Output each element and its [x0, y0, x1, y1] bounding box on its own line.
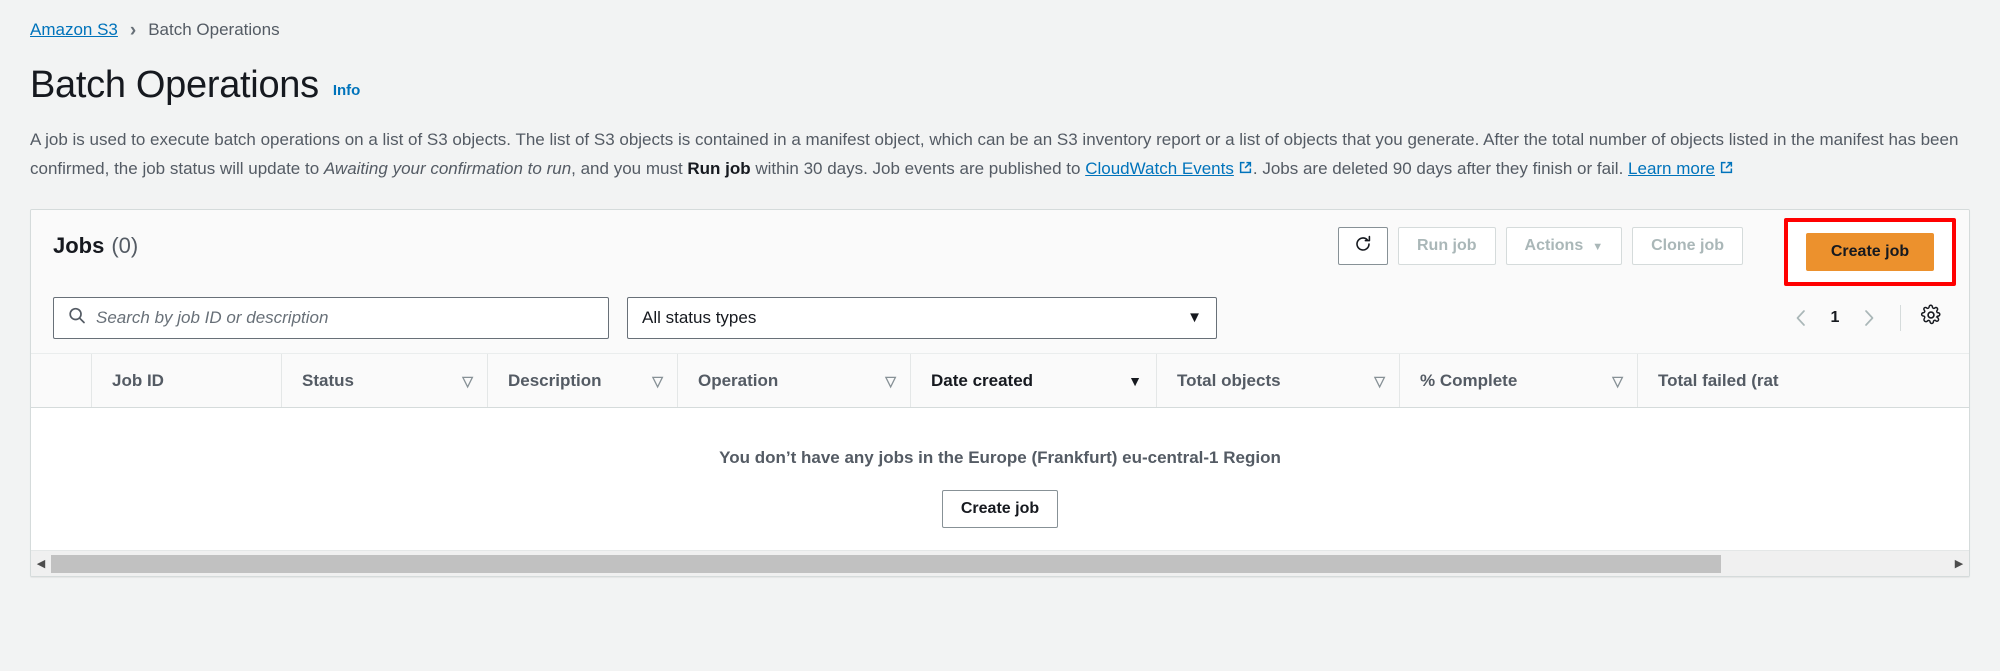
page-title: Batch Operations [30, 64, 319, 107]
column-header-label: Operation [698, 371, 778, 391]
sort-icon[interactable]: ▽ [1586, 374, 1623, 388]
actions-label: Actions [1525, 237, 1584, 255]
description-strong-run-job: Run job [687, 159, 750, 178]
column-header-description[interactable]: Description ▽ [487, 354, 677, 407]
scrollbar-right-arrow[interactable]: ▶ [1949, 551, 1969, 577]
jobs-panel: Jobs (0) Run job Actions ▼ Clone [30, 209, 1970, 577]
scrollbar-track[interactable] [51, 551, 1949, 577]
jobs-table-body: You don’t have any jobs in the Europe (F… [31, 408, 1969, 552]
column-header-label: Date created [931, 371, 1033, 391]
create-job-button[interactable]: Create job [1806, 233, 1934, 271]
sort-icon[interactable]: ▽ [859, 374, 896, 388]
learn-more-link[interactable]: Learn more [1628, 159, 1715, 178]
column-header-complete[interactable]: % Complete ▽ [1399, 354, 1637, 407]
search-input[interactable] [53, 297, 609, 339]
run-job-button[interactable]: Run job [1398, 227, 1496, 265]
jobs-heading: Jobs [53, 233, 104, 259]
chevron-down-icon: ▼ [1592, 242, 1603, 253]
pagination-divider [1900, 305, 1901, 331]
description-part-2: , and you must [571, 159, 687, 178]
external-link-icon [1719, 160, 1734, 175]
table-preferences-button[interactable] [1915, 302, 1947, 334]
sort-icon[interactable]: ▽ [626, 374, 663, 388]
refresh-icon [1353, 234, 1373, 259]
column-header-label: % Complete [1420, 371, 1517, 391]
column-header-label: Description [508, 371, 602, 391]
info-link[interactable]: Info [333, 82, 361, 99]
breadcrumb-separator-icon: › [130, 21, 136, 40]
sort-icon[interactable]: ▼ [1102, 374, 1142, 388]
description-part-4: . Jobs are deleted 90 days after they fi… [1253, 159, 1628, 178]
column-header-label: Total failed (rat [1658, 371, 1779, 391]
jobs-count: (0) [111, 233, 138, 259]
column-header-total-failed-rat[interactable]: Total failed (rat [1637, 354, 1837, 407]
column-header-date-created[interactable]: Date created ▼ [910, 354, 1156, 407]
horizontal-scrollbar[interactable]: ◀ ▶ [31, 550, 1969, 576]
search-field-wrapper [53, 297, 609, 339]
scrollbar-thumb[interactable] [51, 555, 1721, 573]
page-title-row: Batch Operations Info [30, 64, 1970, 107]
clone-job-button[interactable]: Clone job [1632, 227, 1743, 265]
gear-icon [1920, 304, 1942, 331]
column-header-total-objects[interactable]: Total objects ▽ [1156, 354, 1399, 407]
refresh-button[interactable] [1338, 227, 1388, 265]
pagination: 1 [1784, 301, 1947, 335]
page-description: A job is used to execute batch operation… [30, 125, 1970, 183]
actions-dropdown-button[interactable]: Actions ▼ [1506, 227, 1623, 265]
pagination-prev-button[interactable] [1784, 301, 1818, 335]
breadcrumb-link-amazon-s3[interactable]: Amazon S3 [30, 20, 118, 40]
pagination-page-1[interactable]: 1 [1820, 309, 1850, 327]
sort-icon[interactable]: ▽ [436, 374, 473, 388]
jobs-panel-header: Jobs (0) Run job Actions ▼ Clone [31, 210, 1969, 282]
breadcrumb: Amazon S3 › Batch Operations [30, 0, 1970, 38]
pagination-next-button[interactable] [1852, 301, 1886, 335]
breadcrumb-current-batch-operations: Batch Operations [148, 20, 279, 40]
cloudwatch-events-link[interactable]: CloudWatch Events [1085, 159, 1234, 178]
batch-operations-page: Amazon S3 › Batch Operations Batch Opera… [0, 0, 2000, 671]
column-header-operation[interactable]: Operation ▽ [677, 354, 910, 407]
sort-icon[interactable]: ▽ [1348, 374, 1385, 388]
chevron-down-icon: ▼ [1187, 310, 1202, 325]
create-job-highlight-ring: Create job [1784, 218, 1956, 286]
column-header-label: Total objects [1177, 371, 1281, 391]
column-header-label: Job ID [112, 371, 164, 391]
jobs-table-header: Job ID Status ▽ Description ▽ Operation ▽ Date … [31, 354, 1969, 408]
column-header-label: Status [302, 371, 354, 391]
empty-state-create-job-button[interactable]: Create job [942, 490, 1058, 528]
status-filter-select[interactable]: All status types ▼ [627, 297, 1217, 339]
empty-state-message: You don’t have any jobs in the Europe (F… [719, 448, 1281, 468]
external-link-icon [1238, 160, 1253, 175]
scrollbar-left-arrow[interactable]: ◀ [31, 551, 51, 577]
column-header-status[interactable]: Status ▽ [281, 354, 487, 407]
jobs-filter-row: All status types ▼ 1 [31, 282, 1969, 354]
column-header-job-id[interactable]: Job ID [91, 354, 281, 407]
status-filter-wrapper: All status types ▼ [627, 297, 1217, 339]
description-part-3: within 30 days. Job events are published… [751, 159, 1086, 178]
description-emphasis-awaiting: Awaiting your confirmation to run [324, 159, 571, 178]
status-filter-value: All status types [642, 308, 756, 328]
